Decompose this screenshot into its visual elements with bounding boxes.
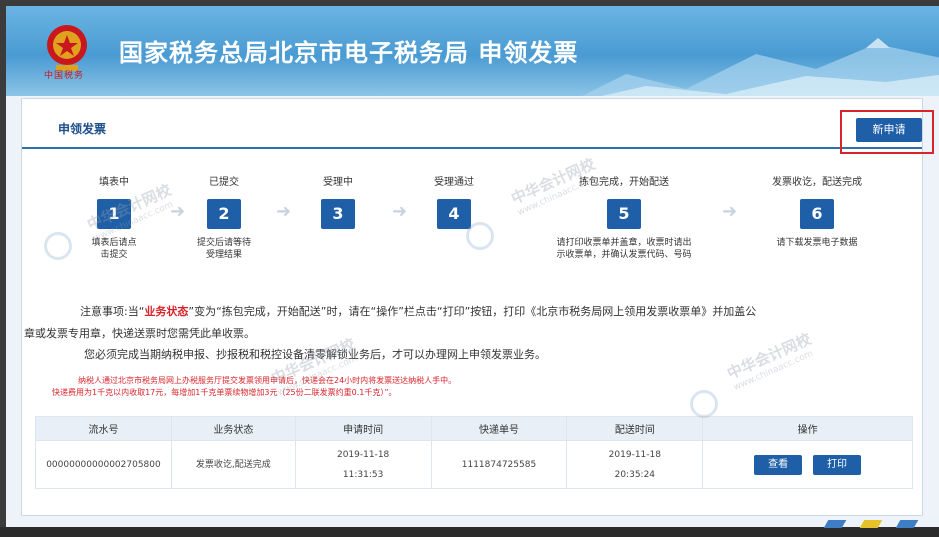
apply-date: 2019-11-18 (336, 449, 390, 460)
notice-text: 注意事项:当“业务状态”变为“拣包完成，开始配送”时，请在“操作”栏点击“打印”… (24, 301, 914, 345)
view-button[interactable]: 查看 (754, 454, 803, 475)
ship-date: 2019-11-18 (608, 449, 661, 460)
column-header: 业务状态 (170, 416, 296, 441)
step-description: 请下载发票电子数据 (757, 237, 877, 249)
notice-line1-continued: 章或发票专用章，快递送票时您需凭此单收票。 (24, 327, 255, 340)
column-header: 申请时间 (294, 416, 432, 441)
notice-highlight: 业务状态 (144, 305, 189, 318)
arrow-icon: ➜ (722, 201, 738, 222)
alert-line-1: 纳税人通过北京市税务局网上办税服务厅提交发票领用申请后，快递会在24小时内将发票… (78, 376, 457, 385)
step-description: 请打印收票单并盖章，收票时请出 示收票单，并确认发票代码、号码 (524, 237, 724, 261)
step-6: 发票收讫，配送完成 6 请下载发票电子数据 (757, 173, 877, 249)
actions-cell: 查看 打印 (702, 440, 913, 489)
status-cell: 发票收讫,配送完成 (170, 440, 296, 489)
watermark-logo-icon (44, 232, 72, 260)
step-1: 填表中 1 填表后请点 击提交 (54, 173, 174, 261)
step-label: 发票收讫，配送完成 (772, 177, 862, 188)
panel-title: 申领发票 (58, 122, 107, 136)
step-number: 3 (321, 199, 355, 229)
step-description: 填表后请点 击提交 (54, 237, 174, 261)
step-description-text: 提交后请等待 受理结果 (196, 238, 251, 260)
step-number: 2 (207, 199, 241, 229)
panel-header: 申领发票 新申请 (22, 99, 934, 154)
step-number: 4 (437, 199, 471, 229)
column-header: 快递单号 (430, 416, 568, 441)
step-2: 已提交 2 提交后请等待 受理结果 (164, 173, 284, 261)
step-4: 受理通过 4 (394, 173, 514, 229)
step-label: 受理中 (323, 177, 353, 188)
step-description-text: 填表后请点 击提交 (91, 238, 137, 260)
watermark-logo-icon (690, 390, 718, 418)
apply-time: 11:31:53 (342, 469, 384, 480)
invoice-table: 流水号 业务状态 申请时间 快递单号 配送时间 操作 0000000000000… (35, 416, 913, 489)
step-3: 受理中 3 (278, 173, 398, 229)
alert-line-2: 快递费用为1千克以内收取17元，每增加1千克单票续物增加3元（25份二联发票约重… (52, 388, 397, 397)
step-number: 1 (97, 199, 131, 229)
header-banner: 中国税务 国家税务总局北京市电子税务局 申领发票 (6, 6, 939, 96)
step-description-text: 请下载发票电子数据 (776, 238, 858, 248)
column-header: 配送时间 (566, 416, 704, 441)
step-description: 提交后请等待 受理结果 (164, 237, 284, 261)
notice-line1-prefix: 注意事项:当“ (80, 305, 145, 318)
page-title: 国家税务总局北京市电子税务局 申领发票 (119, 39, 579, 67)
step-label: 填表中 (99, 177, 129, 188)
step-5: 拣包完成，开始配送 5 请打印收票单并盖章，收票时请出 示收票单，并确认发票代码… (524, 173, 724, 261)
print-button[interactable]: 打印 (813, 454, 862, 475)
step-number: 6 (800, 199, 834, 229)
step-label: 拣包完成，开始配送 (579, 177, 669, 188)
table-row: 00000000000002705800 发票收讫,配送完成 2019-11-1… (35, 440, 913, 489)
apply-time-cell: 2019-11-18 11:31:53 (294, 440, 432, 489)
tracking-cell: 1111874725585 (430, 440, 568, 489)
great-wall-illustration (582, 38, 939, 96)
window-frame-bottom (0, 527, 939, 537)
notice-line2: 您必须完成当期纳税申报、抄报税和税控设备清零解锁业务后，才可以办理网上申领发票业… (84, 348, 546, 361)
ship-time-cell: 2019-11-18 20:35:24 (566, 440, 704, 489)
new-application-button[interactable]: 新申请 (856, 118, 922, 142)
serial-cell: 00000000000002705800 (35, 440, 172, 489)
step-label: 受理通过 (434, 177, 474, 188)
ship-time: 20:35:24 (614, 469, 656, 480)
step-label: 已提交 (209, 177, 239, 188)
step-description-text: 请打印收票单并盖章，收票时请出 示收票单，并确认发票代码、号码 (556, 238, 692, 260)
notice-line1-body: ”变为“拣包完成，开始配送”时，请在“操作”栏点击“打印”按钮，打印《北京市税务… (188, 305, 757, 318)
watermark-logo-icon (466, 222, 494, 250)
column-header: 流水号 (35, 416, 172, 441)
column-header: 操作 (702, 416, 913, 441)
step-number: 5 (607, 199, 641, 229)
emblem-caption: 中国税务 (44, 71, 85, 81)
table-header-row: 流水号 业务状态 申请时间 快递单号 配送时间 操作 (35, 416, 913, 441)
